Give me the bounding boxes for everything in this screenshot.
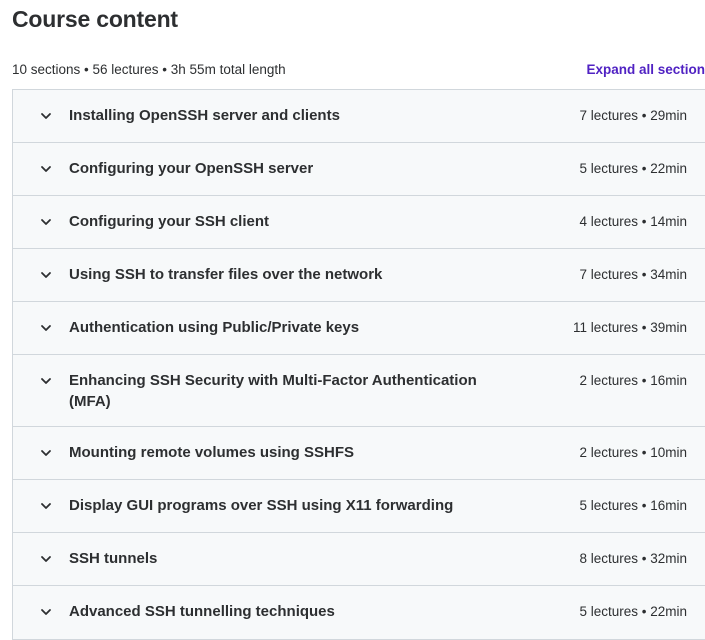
course-summary-row: 10 sections • 56 lectures • 3h 55m total… [12, 60, 705, 80]
chevron-down-icon [40, 447, 52, 459]
section-item-2[interactable]: Configuring your OpenSSH server 5 lectur… [13, 143, 705, 196]
section-item-4[interactable]: Using SSH to transfer files over the net… [13, 249, 705, 302]
section-meta: 5 lectures • 22min [579, 161, 687, 176]
section-meta: 11 lectures • 39min [572, 320, 687, 335]
section-item-7[interactable]: Mounting remote volumes using SSHFS 2 le… [13, 427, 705, 480]
section-item-6[interactable]: Enhancing SSH Security with Multi-Factor… [13, 355, 705, 427]
section-meta: 5 lectures • 22min [579, 604, 687, 619]
section-meta: 4 lectures • 14min [579, 214, 687, 229]
section-title: Authentication using Public/Private keys [69, 319, 360, 336]
section-meta: 7 lectures • 29min [579, 108, 687, 123]
section-title: Using SSH to transfer files over the net… [69, 266, 383, 283]
chevron-down-icon [40, 322, 52, 334]
section-list: Installing OpenSSH server and clients 7 … [12, 89, 705, 640]
section-item-10[interactable]: Advanced SSH tunnelling techniques 5 lec… [13, 586, 705, 639]
section-title: SSH tunnels [69, 550, 158, 567]
section-item-9[interactable]: SSH tunnels 8 lectures • 32min [13, 533, 705, 586]
section-title: Configuring your OpenSSH server [69, 160, 314, 177]
chevron-down-icon [40, 216, 52, 228]
section-meta: 8 lectures • 32min [579, 551, 687, 566]
section-meta: 2 lectures • 16min [579, 373, 687, 388]
course-summary: 10 sections • 56 lectures • 3h 55m total… [12, 62, 286, 77]
chevron-down-icon [40, 606, 52, 618]
section-title: Display GUI programs over SSH using X11 … [69, 497, 454, 514]
chevron-down-icon [40, 375, 52, 387]
section-meta: 5 lectures • 16min [579, 498, 687, 513]
section-meta: 7 lectures • 34min [579, 267, 687, 282]
section-item-3[interactable]: Configuring your SSH client 4 lectures •… [13, 196, 705, 249]
section-meta: 2 lectures • 10min [579, 445, 687, 460]
section-item-8[interactable]: Display GUI programs over SSH using X11 … [13, 480, 705, 533]
section-item-1[interactable]: Installing OpenSSH server and clients 7 … [13, 90, 705, 143]
section-title: Mounting remote volumes using SSHFS [69, 444, 355, 461]
chevron-down-icon [40, 500, 52, 512]
chevron-down-icon [40, 110, 52, 122]
chevron-down-icon [40, 163, 52, 175]
section-item-5[interactable]: Authentication using Public/Private keys… [13, 302, 705, 355]
expand-all-sections-button[interactable]: Expand all section [586, 61, 705, 79]
section-title: Enhancing SSH Security with Multi-Factor… [69, 372, 477, 410]
chevron-down-icon [40, 269, 52, 281]
page-title: Course content [12, 6, 178, 32]
section-title: Configuring your SSH client [69, 213, 270, 230]
section-title: Advanced SSH tunnelling techniques [69, 603, 335, 620]
section-title: Installing OpenSSH server and clients [69, 107, 340, 124]
chevron-down-icon [40, 553, 52, 565]
